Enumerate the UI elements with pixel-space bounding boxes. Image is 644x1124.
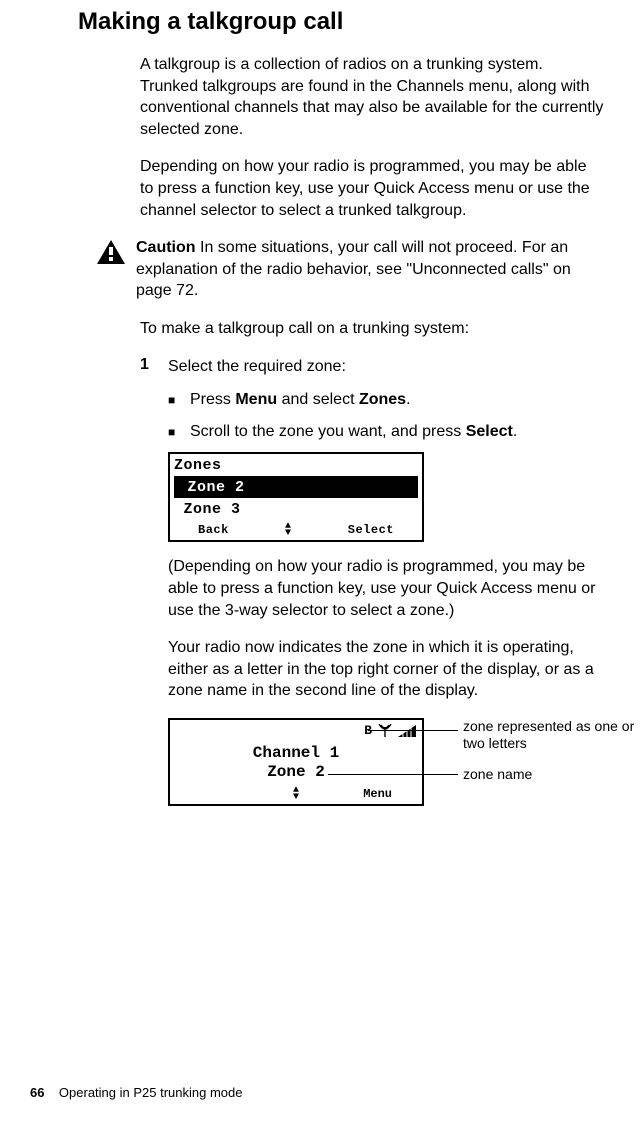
intro-paragraph-2: Depending on how your radio is programme…	[140, 156, 604, 221]
page-title: Making a talkgroup call	[78, 8, 614, 36]
zone-indicator-paragraph: Your radio now indicates the zone in whi…	[168, 637, 604, 702]
lcd-header: Zones	[170, 454, 422, 476]
leader-line	[328, 774, 458, 775]
note-paragraph: (Depending on how your radio is programm…	[168, 556, 604, 621]
lcd-zone-letter: B	[364, 723, 372, 738]
bullet-1-text: Press Menu and select Zones.	[190, 389, 411, 411]
lcd-softkey-right: Select	[348, 523, 394, 537]
page-footer: 66 Operating in P25 trunking mode	[30, 1085, 242, 1100]
signal-icon	[398, 725, 416, 737]
updown-icon: ▲▼	[293, 787, 299, 801]
lcd-softkey-left: Back	[198, 523, 229, 537]
lead-in-paragraph: To make a talkgroup call on a trunking s…	[140, 318, 604, 340]
page-number: 66	[30, 1085, 44, 1100]
lcd-zone-name: Zone 2	[170, 763, 422, 782]
caution-text: Caution In some situations, your call wi…	[136, 237, 604, 302]
leader-line	[368, 730, 458, 731]
section-title: Operating in P25 trunking mode	[59, 1085, 243, 1100]
lcd-item-2: Zone 3	[170, 498, 422, 520]
step-1-text: Select the required zone:	[168, 356, 604, 378]
updown-icon: ▲▼	[285, 523, 292, 537]
bullet-1-bold-2: Zones	[359, 391, 406, 408]
caution-icon	[96, 239, 126, 270]
lcd-channel-screen: B Channel 1 Zone 2 ▲▼ Menu	[168, 718, 424, 806]
bullet-1-mid: and select	[277, 391, 359, 408]
bullet-1-pre: Press	[190, 391, 235, 408]
lcd-item-selected-label: Zone 2	[188, 479, 245, 496]
annotation-zone-name: zone name	[463, 766, 532, 783]
bullet-1-post: .	[406, 391, 410, 408]
lcd-channel-name: Channel 1	[170, 744, 422, 763]
antenna-icon	[378, 724, 392, 738]
bullet-2-post: .	[513, 423, 517, 440]
intro-paragraph-1: A talkgroup is a collection of radios on…	[140, 54, 604, 140]
bullet-2-pre: Scroll to the zone you want, and press	[190, 423, 466, 440]
caution-label: Caution	[136, 239, 196, 256]
lcd-item-2-label: Zone 3	[184, 501, 241, 518]
step-number-1: 1	[140, 356, 168, 378]
bullet-1-bold-1: Menu	[235, 391, 277, 408]
lcd-item-selected: Zone 2	[174, 476, 418, 498]
caution-body: In some situations, your call will not p…	[136, 239, 571, 299]
bullet-2-bold-1: Select	[466, 423, 513, 440]
bullet-2-text: Scroll to the zone you want, and press S…	[190, 421, 517, 443]
lcd-softkey-menu: Menu	[363, 787, 392, 801]
lcd-softkey-row: Back ▲▼ Select	[170, 520, 422, 540]
annotation-zone-letters: zone represented as one or two letters	[463, 718, 643, 752]
lcd-zones-screen: Zones Zone 2 Zone 3 Back ▲▼ Select	[168, 452, 424, 542]
bullet-icon: ■	[168, 421, 190, 443]
bullet-icon: ■	[168, 389, 190, 411]
